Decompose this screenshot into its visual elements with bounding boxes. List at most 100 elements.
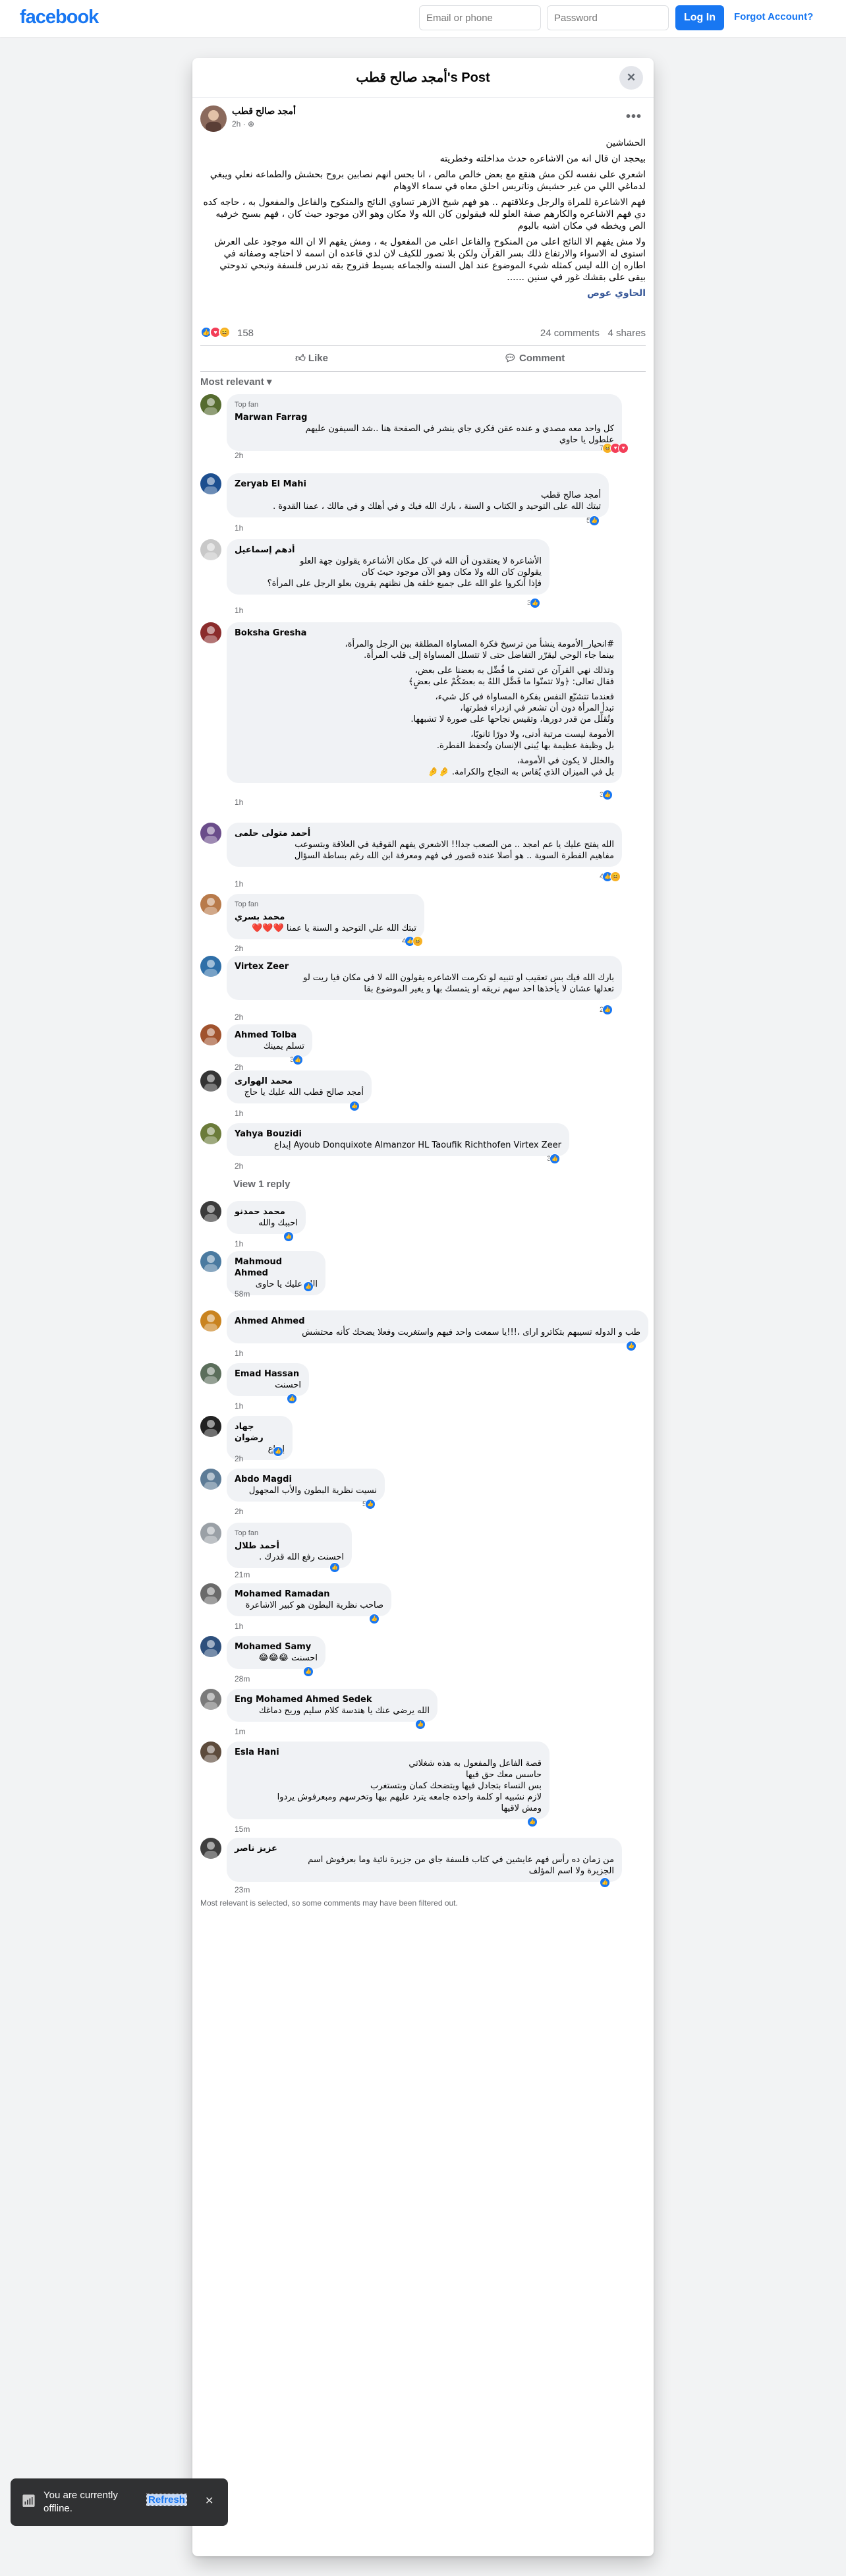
commenter-avatar[interactable]: [200, 1636, 221, 1657]
commenter-name[interactable]: أحمد متولى حلمى: [235, 828, 614, 839]
comments-count[interactable]: 24 comments: [540, 328, 600, 339]
commenter-avatar[interactable]: [200, 1583, 221, 1604]
comment-reactions[interactable]: 5 👍: [586, 515, 600, 526]
commenter-name[interactable]: محمد بسري: [235, 912, 416, 923]
commenter-name[interactable]: Yahya Bouzidi: [235, 1128, 561, 1140]
commenter-name[interactable]: Mohamed Ramadan: [235, 1589, 383, 1600]
comment-time[interactable]: 1h: [235, 798, 243, 807]
commenter-avatar[interactable]: [200, 1742, 221, 1763]
commenter-avatar[interactable]: [200, 1838, 221, 1859]
commenter-avatar[interactable]: [200, 1689, 221, 1710]
comment-reactions[interactable]: 2 👍: [270, 1446, 284, 1457]
facebook-logo[interactable]: facebook: [20, 7, 99, 28]
comment-time[interactable]: 23m: [235, 1885, 250, 1894]
comment-reactions[interactable]: 👍: [369, 1614, 380, 1624]
view-replies-link[interactable]: View 1 reply: [233, 1179, 290, 1190]
commenter-avatar[interactable]: [200, 622, 221, 643]
comment-time[interactable]: 1h: [235, 1349, 243, 1358]
comment-reactions[interactable]: 7 😆 ♥ ♥: [600, 443, 629, 454]
commenter-name[interactable]: عزيز ناصر: [235, 1843, 614, 1854]
email-input[interactable]: [419, 5, 541, 30]
comment-time[interactable]: 1h: [235, 1622, 243, 1631]
comment-reactions[interactable]: 3 👍: [600, 790, 613, 800]
comment-reactions[interactable]: 5 👍: [362, 1499, 376, 1509]
commenter-avatar[interactable]: [200, 1469, 221, 1490]
commenter-name[interactable]: Zeryab El Mahi: [235, 479, 601, 490]
comment-reactions[interactable]: 👍: [303, 1281, 314, 1292]
more-options-icon[interactable]: •••: [626, 109, 642, 125]
commenter-avatar[interactable]: [200, 1416, 221, 1437]
comment-time[interactable]: 2h: [235, 451, 243, 460]
comment-time[interactable]: 2h: [235, 944, 243, 953]
commenter-avatar[interactable]: [200, 394, 221, 415]
comment-time[interactable]: 1h: [235, 523, 243, 533]
comment-reactions[interactable]: 👍: [329, 1562, 340, 1573]
comment-time[interactable]: 2h: [235, 1012, 243, 1022]
forgot-account-link[interactable]: Forgot Account?: [734, 11, 813, 22]
commenter-avatar[interactable]: [200, 956, 221, 977]
commenter-avatar[interactable]: [200, 1310, 221, 1332]
commenter-avatar[interactable]: [200, 894, 221, 915]
comment-time[interactable]: 1h: [235, 606, 243, 615]
login-button[interactable]: Log In: [675, 5, 724, 30]
comment-reactions[interactable]: 2 👍: [600, 1005, 613, 1015]
commenter-avatar[interactable]: [200, 823, 221, 844]
reaction-count[interactable]: 158: [237, 328, 254, 339]
password-input[interactable]: [547, 5, 669, 30]
comment-button[interactable]: 💬︎ Comment: [423, 346, 646, 371]
commenter-name[interactable]: Boksha Gresha: [235, 628, 614, 639]
comment-reactions[interactable]: 👍: [349, 1101, 360, 1111]
commenter-avatar[interactable]: [200, 1251, 221, 1272]
comment-time[interactable]: 21m: [235, 1570, 250, 1579]
reaction-icons[interactable]: 👍 ♥ 😆: [200, 326, 231, 338]
most-relevant-dropdown[interactable]: Most relevant ▾: [200, 376, 271, 388]
like-button[interactable]: 👍︎ Like: [200, 346, 423, 371]
commenter-avatar[interactable]: [200, 1201, 221, 1222]
comment-reactions[interactable]: 3 👍: [527, 598, 541, 608]
comment-reactions[interactable]: 4 👍 😆: [402, 936, 424, 947]
comment-reactions[interactable]: 👍: [626, 1341, 636, 1351]
commenter-name[interactable]: Ahmed Ahmed: [235, 1316, 640, 1327]
shares-count[interactable]: 4 shares: [607, 328, 646, 339]
commenter-name[interactable]: أدهم إسماعيل: [235, 544, 542, 556]
comment-reactions[interactable]: 👍: [415, 1719, 426, 1730]
commenter-name[interactable]: Marwan Farrag: [235, 412, 614, 423]
comment-reactions[interactable]: 👍: [287, 1393, 297, 1404]
close-icon[interactable]: ✕: [619, 66, 643, 90]
author-name[interactable]: أمجد صالح قطب: [232, 105, 296, 117]
author-avatar[interactable]: [200, 105, 227, 132]
commenter-name[interactable]: Virtex Zeer: [235, 961, 614, 972]
comment-reactions[interactable]: 4 👍 😆: [600, 871, 621, 882]
commenter-avatar[interactable]: [200, 473, 221, 494]
commenter-name[interactable]: Eng Mohamed Ahmed Sedek: [235, 1694, 430, 1705]
commenter-name[interactable]: أحمد طلال: [235, 1540, 344, 1552]
comment-time[interactable]: 2h: [235, 1161, 243, 1171]
commenter-avatar[interactable]: [200, 539, 221, 560]
commenter-name[interactable]: Emad Hassan: [235, 1368, 301, 1380]
comment-reactions[interactable]: 3 👍: [547, 1154, 561, 1164]
comment-time[interactable]: 1h: [235, 879, 243, 889]
commenter-name[interactable]: Mahmoud Ahmed: [235, 1256, 318, 1279]
commenter-name[interactable]: Esla Hani: [235, 1747, 542, 1758]
commenter-name[interactable]: محمد الهوارى: [235, 1076, 364, 1087]
comment-reactions[interactable]: 👍: [527, 1817, 538, 1827]
commenter-name[interactable]: Abdo Magdi: [235, 1474, 377, 1485]
comment-time[interactable]: 2h: [235, 1454, 243, 1463]
comment-time[interactable]: 1h: [235, 1109, 243, 1118]
commenter-name[interactable]: محمد حمدنو: [235, 1206, 298, 1217]
commenter-name[interactable]: جهاد رضوان: [235, 1421, 285, 1444]
comment-time[interactable]: 1h: [235, 1401, 243, 1411]
commenter-avatar[interactable]: [200, 1070, 221, 1092]
close-icon[interactable]: ✕: [205, 2494, 213, 2507]
comment-time[interactable]: 2h: [235, 1507, 243, 1516]
comment-time[interactable]: 28m: [235, 1674, 250, 1683]
commenter-name[interactable]: Mohamed Samy: [235, 1641, 318, 1653]
comment-time[interactable]: 58m: [235, 1289, 250, 1299]
comment-time[interactable]: 1h: [235, 1239, 243, 1248]
commenter-avatar[interactable]: [200, 1363, 221, 1384]
comment-reactions[interactable]: 👍: [600, 1877, 610, 1888]
refresh-link[interactable]: Refresh: [146, 2494, 187, 2506]
comment-reactions[interactable]: 👍: [303, 1666, 314, 1677]
comment-reactions[interactable]: 3 👍: [290, 1055, 304, 1065]
commenter-name[interactable]: Ahmed Tolba: [235, 1030, 304, 1041]
